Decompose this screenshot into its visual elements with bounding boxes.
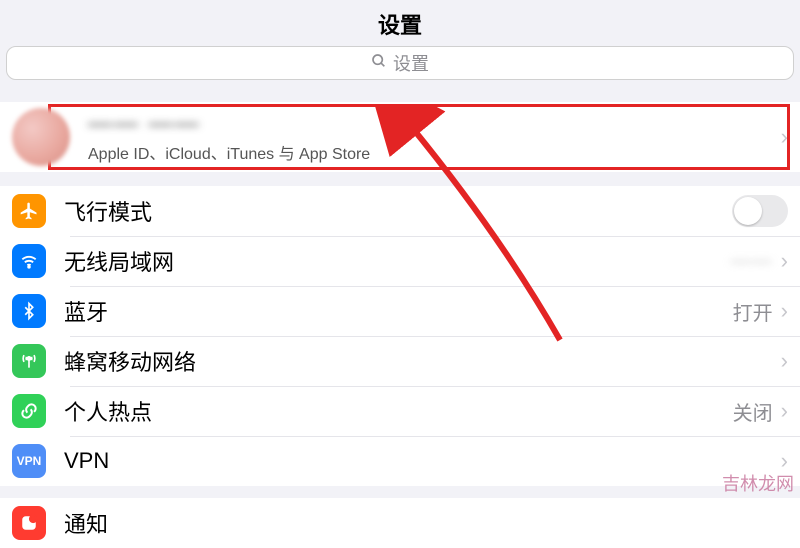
row-label: 通知 [64, 507, 788, 539]
chevron-right-icon: › [781, 448, 788, 474]
search-placeholder: 设置 [393, 50, 429, 76]
avatar [12, 108, 70, 166]
account-group: —— —— Apple ID、iCloud、iTunes 与 App Store… [0, 102, 800, 172]
bluetooth-icon [12, 294, 46, 328]
account-subtitle: Apple ID、iCloud、iTunes 与 App Store [88, 140, 781, 164]
page-title: 设置 [0, 0, 800, 46]
chevron-right-icon: › [781, 398, 788, 424]
row-value: 打开 [733, 297, 773, 326]
row-label: VPN [64, 448, 781, 474]
antenna-icon [12, 344, 46, 378]
search-container: 设置 [0, 46, 800, 88]
wifi-row[interactable]: 无线局域网 —— › [0, 236, 800, 286]
apple-id-row[interactable]: —— —— Apple ID、iCloud、iTunes 与 App Store… [0, 102, 800, 172]
search-icon [371, 53, 387, 74]
chevron-right-icon: › [781, 298, 788, 324]
notifications-row[interactable]: 通知 [0, 498, 800, 548]
row-value: —— [731, 250, 773, 273]
hotspot-row[interactable]: 个人热点 关闭 › [0, 386, 800, 436]
airplane-toggle[interactable] [732, 195, 788, 227]
airplane-icon [12, 194, 46, 228]
row-value: 关闭 [733, 397, 773, 426]
row-label: 蜂窝移动网络 [64, 345, 781, 377]
vpn-row[interactable]: VPN VPN › [0, 436, 800, 486]
bluetooth-row[interactable]: 蓝牙 打开 › [0, 286, 800, 336]
row-label: 无线局域网 [64, 245, 731, 277]
row-label: 个人热点 [64, 395, 733, 427]
vpn-icon: VPN [12, 444, 46, 478]
row-label: 飞行模式 [64, 195, 732, 227]
notification-icon [12, 506, 46, 540]
link-icon [12, 394, 46, 428]
chevron-right-icon: › [781, 248, 788, 274]
account-name: —— —— [88, 110, 781, 138]
chevron-right-icon: › [781, 348, 788, 374]
row-label: 蓝牙 [64, 295, 733, 327]
cellular-row[interactable]: 蜂窝移动网络 › [0, 336, 800, 386]
connectivity-group: 飞行模式 无线局域网 —— › 蓝牙 打开 › 蜂窝移动网络 › 个人热点 关闭… [0, 186, 800, 486]
wifi-icon [12, 244, 46, 278]
airplane-mode-row[interactable]: 飞行模式 [0, 186, 800, 236]
system-group: 通知 [0, 498, 800, 548]
chevron-right-icon: › [781, 124, 788, 150]
search-input[interactable]: 设置 [6, 46, 794, 80]
